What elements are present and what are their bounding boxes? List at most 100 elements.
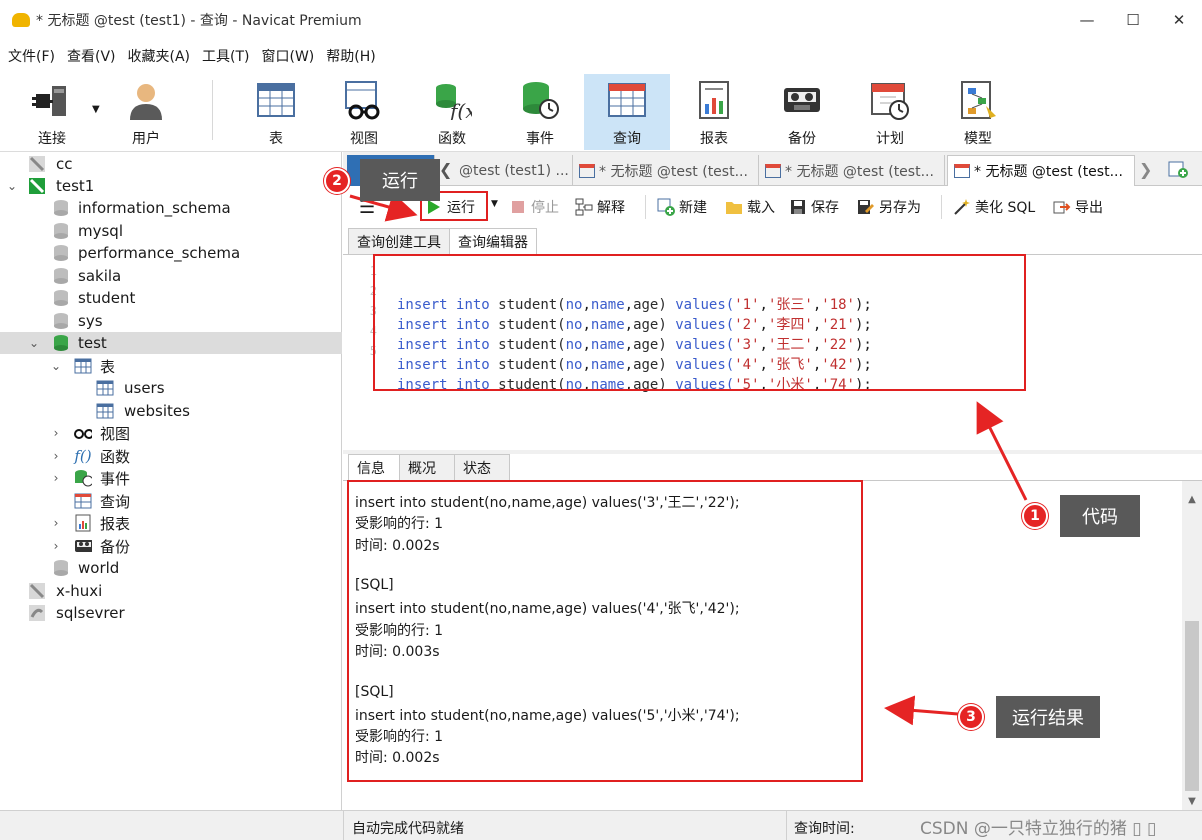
tab-scroll-left-icon[interactable]: ❮: [439, 160, 452, 179]
new-tab-icon[interactable]: [1167, 158, 1189, 180]
connect-button[interactable]: 连接: [16, 74, 88, 150]
menu-window[interactable]: 窗口(W): [262, 46, 315, 66]
annotation-callout-run: 运行: [360, 159, 440, 201]
connect-dropdown-icon[interactable]: ▼: [92, 104, 100, 115]
menu-file[interactable]: 文件(F): [8, 46, 55, 66]
function-icon: f(x): [430, 78, 474, 122]
table-button[interactable]: 表: [240, 74, 312, 150]
result-line: [SQL]: [355, 684, 394, 700]
stop-icon: [509, 198, 527, 216]
tab-untitled-active[interactable]: * 无标题 @test (test...: [947, 155, 1135, 186]
tab-scroll-right-icon[interactable]: ❯: [1139, 160, 1152, 179]
annotation-badge-3: 3: [958, 704, 984, 730]
tree-node-users[interactable]: users: [0, 377, 342, 399]
stop-button[interactable]: 停止: [509, 195, 559, 219]
scrollbar-thumb[interactable]: [1185, 621, 1199, 791]
result-line: insert into student(no,name,age) values(…: [355, 495, 740, 511]
menu-view[interactable]: 查看(V): [67, 46, 116, 66]
tab-info[interactable]: 信息: [348, 454, 400, 480]
tree-node-sqlsevrer[interactable]: sqlsevrer: [0, 602, 342, 624]
tree-node-websites[interactable]: websites: [0, 400, 342, 422]
menu-tools[interactable]: 工具(T): [202, 46, 249, 66]
table-icon: [96, 402, 114, 420]
run-dropdown-icon[interactable]: ▼: [491, 199, 498, 209]
toolbar-separator: [645, 195, 646, 219]
tree-node-information-schema[interactable]: information_schema: [0, 197, 342, 219]
tree-node-performance-schema[interactable]: performance_schema: [0, 242, 342, 264]
tab-untitled-1[interactable]: * 无标题 @test (test...: [575, 155, 759, 186]
result-tabs: 信息 概况 状态: [348, 454, 510, 480]
user-button[interactable]: 用户: [110, 74, 182, 150]
tree-node-backups[interactable]: › 备份: [0, 535, 342, 557]
save-button[interactable]: 保存: [789, 195, 839, 219]
chevron-right-icon[interactable]: ›: [50, 471, 62, 485]
load-button[interactable]: 载入: [725, 195, 775, 219]
function-button[interactable]: f(x) 函数: [416, 74, 488, 150]
new-query-button[interactable]: 新建: [657, 195, 707, 219]
tree-node-events[interactable]: › 事件: [0, 467, 342, 489]
toolbar-separator: [212, 80, 213, 140]
database-icon: [52, 267, 70, 285]
menu-help[interactable]: 帮助(H): [326, 46, 375, 66]
model-button[interactable]: 模型: [942, 74, 1014, 150]
menu-favorites[interactable]: 收藏夹(A): [128, 46, 191, 66]
tab-query-editor[interactable]: 查询编辑器: [449, 228, 537, 254]
result-line: 受影响的行: 1: [355, 729, 444, 745]
chevron-right-icon[interactable]: ›: [50, 539, 62, 553]
tab-test1[interactable]: @test (test1) ...: [455, 155, 573, 186]
view-button[interactable]: 视图: [328, 74, 400, 150]
tree-node-tables[interactable]: ⌄ 表: [0, 355, 342, 377]
tree-node-sys[interactable]: sys: [0, 310, 342, 332]
tab-status[interactable]: 状态: [454, 454, 510, 480]
close-button[interactable]: ✕: [1156, 0, 1202, 40]
chevron-right-icon[interactable]: ›: [50, 516, 62, 530]
tree-node-test[interactable]: ⌄ test: [0, 332, 342, 354]
schedule-button[interactable]: 计划: [854, 74, 926, 150]
minimize-button[interactable]: —: [1064, 0, 1110, 40]
beautify-sql-button[interactable]: 美化 SQL: [953, 195, 1035, 219]
tree-node-functions[interactable]: › f() 函数: [0, 445, 342, 467]
explain-button[interactable]: 解释: [575, 195, 625, 219]
chevron-down-icon[interactable]: ⌄: [28, 336, 40, 350]
result-scrollbar[interactable]: ▲ ▼: [1182, 481, 1202, 811]
save-as-button[interactable]: 另存为: [857, 195, 921, 219]
sql-editor[interactable]: 1 insert into student(no,name,age) value…: [343, 254, 1202, 450]
tree-node-reports[interactable]: › 报表: [0, 512, 342, 534]
backup-icon: [780, 78, 824, 122]
tree-node-student[interactable]: student: [0, 287, 342, 309]
tree-node-sakila[interactable]: sakila: [0, 265, 342, 287]
scroll-up-icon[interactable]: ▲: [1182, 489, 1202, 509]
query-time-label: 查询时间:: [794, 821, 855, 837]
chevron-down-icon[interactable]: ⌄: [50, 359, 62, 373]
maximize-button[interactable]: ☐: [1110, 0, 1156, 40]
annotation-badge-2: 2: [324, 168, 350, 194]
result-line: 时间: 0.002s: [355, 750, 440, 766]
database-icon: [52, 559, 70, 577]
export-button[interactable]: 导出: [1053, 195, 1103, 219]
scroll-down-icon[interactable]: ▼: [1182, 791, 1202, 811]
tree-node-x-huxi[interactable]: x-huxi: [0, 580, 342, 602]
tree-node-views[interactable]: › 视图: [0, 422, 342, 444]
tab-overview[interactable]: 概况: [399, 454, 455, 480]
report-button[interactable]: 报表: [678, 74, 750, 150]
tree-node-mysql[interactable]: mysql: [0, 220, 342, 242]
chevron-right-icon[interactable]: ›: [50, 449, 62, 463]
tab-untitled-2[interactable]: * 无标题 @test (test...: [761, 155, 945, 186]
connection-active-icon: [28, 177, 46, 195]
chevron-right-icon[interactable]: ›: [50, 426, 62, 440]
tree-node-test1[interactable]: ⌄ test1: [0, 175, 342, 197]
chevron-down-icon[interactable]: ⌄: [6, 179, 18, 193]
tree-node-queries[interactable]: 查询: [0, 490, 342, 512]
event-icon: [518, 78, 562, 122]
table-icon: [96, 379, 114, 397]
function-icon: f(): [74, 447, 92, 465]
code-line: 1 insert into student(no,name,age) value…: [369, 264, 872, 313]
database-icon: [52, 199, 70, 217]
tree-node-cc[interactable]: cc: [0, 153, 342, 175]
editor-mode-tabs: 查询创建工具 查询编辑器: [348, 228, 537, 254]
query-button[interactable]: 查询: [584, 74, 670, 150]
tab-query-builder[interactable]: 查询创建工具: [348, 228, 450, 254]
tree-node-world[interactable]: world: [0, 557, 342, 579]
event-button[interactable]: 事件: [504, 74, 576, 150]
backup-button[interactable]: 备份: [766, 74, 838, 150]
